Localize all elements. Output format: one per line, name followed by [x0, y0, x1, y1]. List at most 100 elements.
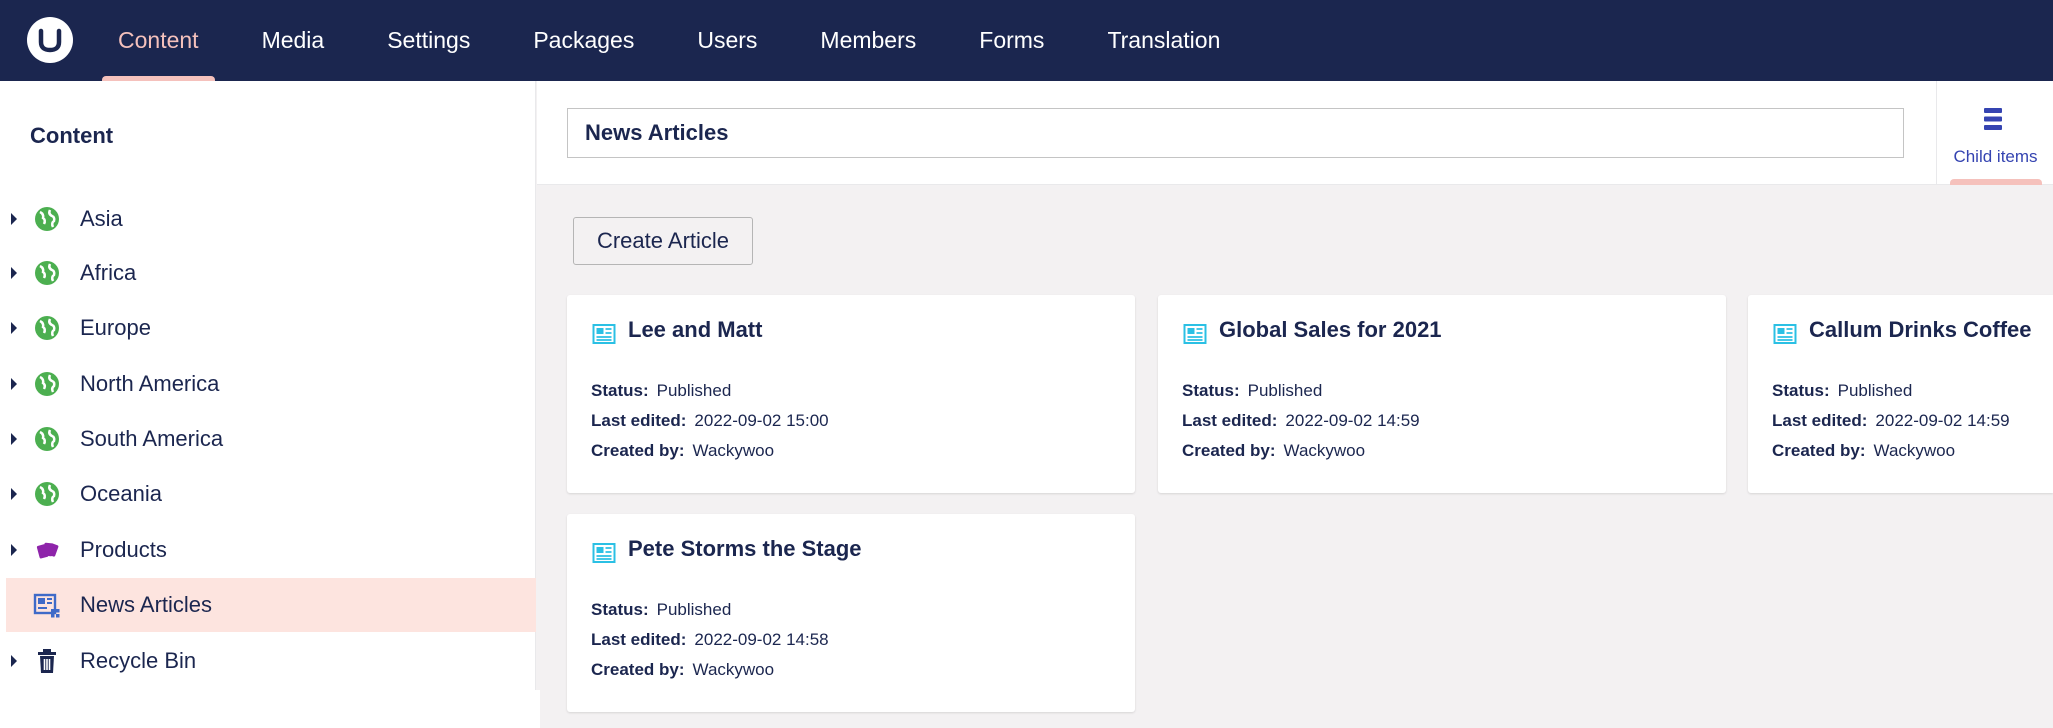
node-name-input[interactable]	[567, 108, 1904, 158]
tree-item-label: Oceania	[80, 481, 162, 506]
status-row: Status: Published	[591, 600, 731, 620]
card-title[interactable]: Callum Drinks Coffee	[1809, 317, 2032, 343]
umbraco-logo-icon[interactable]	[27, 17, 73, 63]
article-card[interactable]: Global Sales for 2021 Status: Published L…	[1158, 295, 1726, 493]
nav-label: Forms	[979, 27, 1045, 53]
created-by-value: Wackywoo	[1873, 441, 1956, 460]
field-label: Status:	[591, 600, 649, 619]
newspaper-icon	[592, 543, 616, 563]
last-edited-row: Last edited: 2022-09-02 14:59	[1182, 411, 1420, 431]
tree-item-oceania[interactable]: Oceania	[6, 467, 536, 521]
globe-icon	[35, 316, 59, 340]
tree-item-asia[interactable]: Asia	[6, 192, 536, 246]
expand-caret-icon[interactable]	[11, 322, 17, 334]
newspaper-icon	[592, 324, 616, 344]
created-by-row: Created by: Wackywoo	[591, 441, 774, 461]
field-label: Created by:	[1772, 441, 1866, 460]
nav-item-packages[interactable]: Packages	[517, 0, 650, 81]
nav-item-media[interactable]: Media	[246, 0, 341, 81]
created-by-row: Created by: Wackywoo	[591, 660, 774, 680]
section-nav: Content Media Settings Packages Users Me…	[102, 0, 1267, 81]
tree-item-africa[interactable]: Africa	[6, 246, 536, 300]
nav-label: Content	[118, 27, 199, 53]
last-edited-value: 2022-09-02 15:00	[694, 411, 829, 430]
newspaper-grid-icon	[33, 593, 60, 618]
article-card[interactable]: Callum Drinks Coffee Status: Published La…	[1748, 295, 2053, 493]
status-row: Status: Published	[591, 381, 731, 401]
field-label: Last edited:	[1182, 411, 1278, 430]
status-value: Published	[1247, 381, 1323, 400]
field-label: Status:	[591, 381, 649, 400]
tree-item-label: Africa	[80, 260, 137, 285]
nav-item-members[interactable]: Members	[804, 0, 932, 81]
field-label: Last edited:	[591, 411, 687, 430]
card-title[interactable]: Global Sales for 2021	[1219, 317, 1442, 343]
nav-label: Users	[697, 27, 758, 53]
last-edited-value: 2022-09-02 14:59	[1875, 411, 2010, 430]
newspaper-icon	[1183, 324, 1207, 344]
nav-item-settings[interactable]: Settings	[371, 0, 486, 81]
created-by-value: Wackywoo	[1283, 441, 1366, 460]
tree-item-label: Asia	[80, 206, 123, 231]
expand-caret-icon[interactable]	[11, 267, 17, 279]
article-card[interactable]: Pete Storms the Stage Status: Published L…	[567, 514, 1135, 712]
top-navigation-bar: Content Media Settings Packages Users Me…	[0, 0, 2053, 81]
field-label: Created by:	[591, 441, 685, 460]
cards-icon	[36, 542, 59, 559]
tree-item-label: South America	[80, 426, 224, 451]
created-by-row: Created by: Wackywoo	[1772, 441, 1955, 461]
field-label: Status:	[1182, 381, 1240, 400]
last-edited-value: 2022-09-02 14:58	[694, 630, 829, 649]
tree-item-label: North America	[80, 371, 220, 396]
tree-item-label: Recycle Bin	[80, 648, 197, 673]
tree-item-products[interactable]: Products	[6, 523, 536, 577]
globe-icon	[35, 261, 59, 285]
globe-icon	[35, 372, 59, 396]
trash-icon	[38, 649, 56, 673]
tree-item-label: News Articles	[80, 592, 213, 617]
status-row: Status: Published	[1772, 381, 1912, 401]
article-card[interactable]: Lee and Matt Status: Published Last edite…	[567, 295, 1135, 493]
nav-label: Members	[820, 27, 917, 53]
nav-label: Translation	[1107, 27, 1221, 53]
tree-item-south-america[interactable]: South America	[6, 412, 536, 466]
expand-caret-icon[interactable]	[11, 213, 17, 225]
sidebar-footer	[0, 690, 540, 728]
expand-caret-icon[interactable]	[11, 378, 17, 390]
card-title[interactable]: Lee and Matt	[628, 317, 762, 343]
nav-item-forms[interactable]: Forms	[963, 0, 1060, 81]
tree-item-north-america[interactable]: North America	[6, 357, 536, 411]
field-label: Created by:	[591, 660, 685, 679]
field-label: Created by:	[1182, 441, 1276, 460]
last-edited-row: Last edited: 2022-09-02 14:59	[1772, 411, 2010, 431]
tree-item-news-articles[interactable]: News Articles	[6, 578, 536, 632]
tab-label: Child items	[1953, 147, 2038, 166]
status-value: Published	[656, 381, 732, 400]
active-tab-indicator	[1950, 179, 2042, 185]
nav-label: Packages	[533, 27, 635, 53]
tree-item-label: Europe	[80, 315, 151, 340]
expand-caret-icon[interactable]	[11, 488, 17, 500]
tab-child-items[interactable]: Child items	[1936, 81, 2053, 185]
create-article-button[interactable]: Create Article	[573, 217, 753, 265]
expand-caret-icon[interactable]	[11, 433, 17, 445]
expand-caret-icon[interactable]	[11, 655, 17, 667]
expand-caret-icon[interactable]	[11, 544, 17, 556]
tree-item-label: Products	[80, 537, 167, 562]
card-title[interactable]: Pete Storms the Stage	[628, 536, 862, 562]
created-by-row: Created by: Wackywoo	[1182, 441, 1365, 461]
nav-item-users[interactable]: Users	[681, 0, 773, 81]
globe-icon	[35, 482, 59, 506]
status-value: Published	[656, 600, 732, 619]
nav-item-translation[interactable]: Translation	[1091, 0, 1236, 81]
globe-icon	[35, 427, 59, 451]
field-label: Status:	[1772, 381, 1830, 400]
globe-icon	[35, 207, 59, 231]
field-label: Last edited:	[591, 630, 687, 649]
sidebar-title: Content	[30, 123, 114, 148]
nav-label: Media	[261, 27, 325, 53]
tree-item-europe[interactable]: Europe	[6, 301, 536, 355]
status-value: Published	[1837, 381, 1913, 400]
tree-item-recycle-bin[interactable]: Recycle Bin	[6, 634, 536, 688]
nav-item-content[interactable]: Content	[102, 0, 215, 81]
